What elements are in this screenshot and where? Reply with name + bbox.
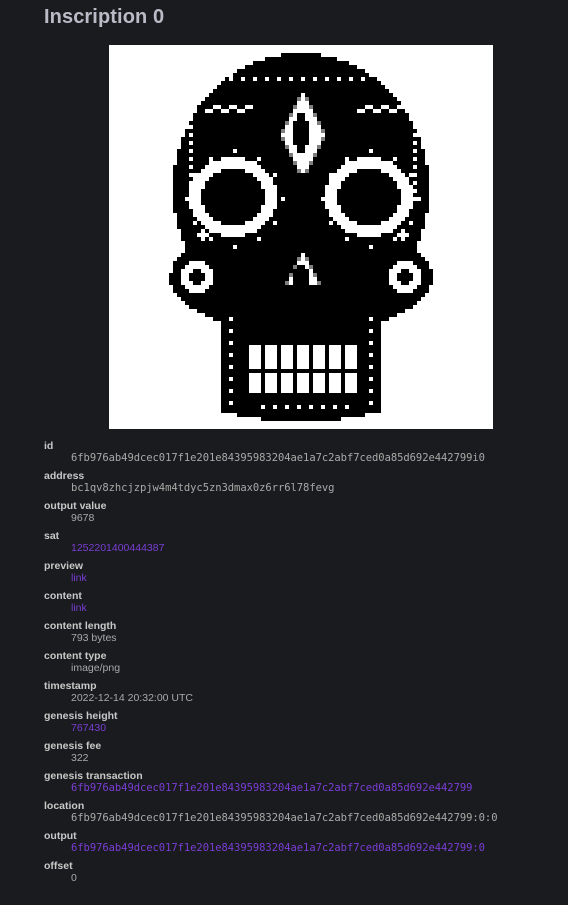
detail-label-output: output (44, 830, 77, 842)
detail-value-content-type: image/png (71, 662, 121, 674)
detail-link-genesis-height[interactable]: 767430 (71, 722, 106, 734)
detail-value-preview: link (71, 572, 564, 584)
detail-label-content-length: content length (44, 620, 117, 632)
detail-value-content-length: 793 bytes (71, 632, 117, 644)
detail-link-output[interactable]: 6fb976ab49dcec017f1e201e84395983204ae1a7… (71, 842, 485, 854)
detail-value-genesis-transaction: 6fb976ab49dcec017f1e201e84395983204ae1a7… (71, 782, 564, 794)
detail-value-id: 6fb976ab49dcec017f1e201e84395983204ae1a7… (71, 452, 485, 464)
detail-label-preview: preview (44, 560, 84, 572)
detail-value-offset: 0 (71, 872, 77, 884)
detail-label-location: location (44, 800, 85, 812)
detail-link-sat[interactable]: 1252201400444387 (71, 542, 164, 554)
detail-value-genesis-height: 767430 (71, 722, 564, 734)
inscription-page: Inscription 0 id 6fb976ab49dcec017f1e201e… (0, 0, 568, 905)
detail-label-genesis-fee: genesis fee (44, 740, 102, 752)
detail-value-output-value: 9678 (71, 512, 95, 524)
detail-link-content[interactable]: link (71, 602, 87, 614)
detail-value-content: link (71, 602, 564, 614)
detail-link-preview[interactable]: link (71, 572, 87, 584)
detail-label-timestamp: timestamp (44, 680, 97, 692)
page-title: Inscription 0 (44, 6, 165, 28)
detail-value-location: 6fb976ab49dcec017f1e201e84395983204ae1a7… (71, 812, 498, 824)
detail-value-address: bc1qv8zhcjzpjw4m4tdyc5zn3dmax0z6rr6l78fe… (71, 482, 335, 494)
detail-label-genesis-height: genesis height (44, 710, 118, 722)
detail-value-genesis-fee: 322 (71, 752, 89, 764)
detail-link-genesis-transaction[interactable]: 6fb976ab49dcec017f1e201e84395983204ae1a7… (71, 782, 472, 794)
detail-label-content: content (44, 590, 82, 602)
detail-value-timestamp: 2022-12-14 20:32:00 UTC (71, 692, 193, 704)
inscription-image[interactable] (109, 45, 493, 429)
detail-label-offset: offset (44, 860, 73, 872)
detail-label-content-type: content type (44, 650, 107, 662)
inscription-details: id 6fb976ab49dcec017f1e201e84395983204ae1… (44, 440, 564, 890)
detail-value-sat: 1252201400444387 (71, 542, 564, 554)
detail-label-output-value: output value (44, 500, 107, 512)
detail-value-output: 6fb976ab49dcec017f1e201e84395983204ae1a7… (71, 842, 564, 854)
detail-label-id: id (44, 440, 54, 452)
detail-label-genesis-transaction: genesis transaction (44, 770, 143, 782)
detail-label-address: address (44, 470, 85, 482)
detail-label-sat: sat (44, 530, 60, 542)
sugar-skull-image (109, 45, 493, 429)
